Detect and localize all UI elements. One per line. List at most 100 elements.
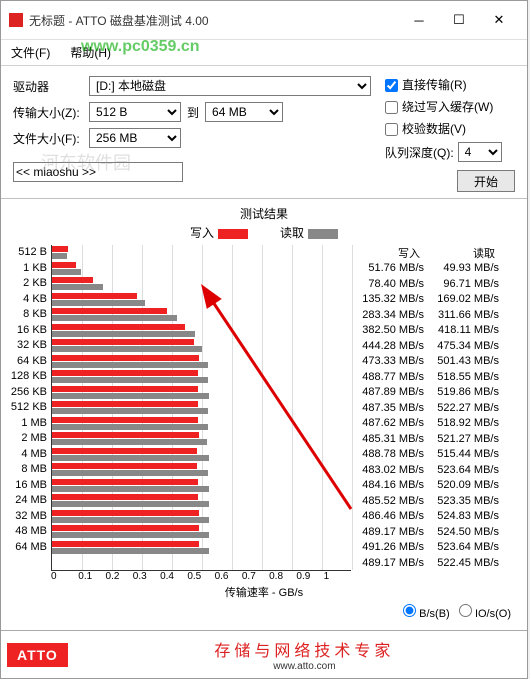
write-header: 写入 [351, 245, 426, 261]
x-tick: 0.9 [296, 571, 323, 582]
legend: 写入 读取 [9, 224, 519, 241]
footer-tagline: 存储与网络技术专家 [88, 637, 521, 661]
bar-row [52, 431, 351, 447]
read-value: 524.50 MB/s [426, 525, 501, 541]
start-button[interactable]: 开始 [457, 170, 515, 192]
write-bar [52, 463, 197, 469]
chart-bars-area [51, 245, 351, 571]
write-bar [52, 277, 93, 283]
write-value: 382.50 MB/s [351, 323, 426, 339]
queue-depth-label: 队列深度(Q): [385, 144, 454, 161]
write-value: 487.89 MB/s [351, 385, 426, 401]
read-bar [52, 424, 208, 430]
y-label: 2 MB [9, 431, 47, 447]
result-row: 487.35 MB/s522.27 MB/s [351, 401, 501, 417]
description-input[interactable] [13, 162, 183, 182]
read-value: 519.86 MB/s [426, 385, 501, 401]
unit-radio-group: B/s(B) IO/s(O) [9, 600, 519, 624]
read-bar [52, 548, 209, 554]
read-bar [52, 300, 145, 306]
result-row: 78.40 MB/s96.71 MB/s [351, 277, 501, 293]
bar-row [52, 292, 351, 308]
read-value: 418.11 MB/s [426, 323, 501, 339]
write-value: 486.46 MB/s [351, 509, 426, 525]
verify-checkbox[interactable] [385, 123, 398, 136]
bar-row [52, 307, 351, 323]
file-size-label: 文件大小(F): [13, 130, 89, 147]
read-bar [52, 362, 208, 368]
read-value: 518.92 MB/s [426, 416, 501, 432]
x-axis: 00.10.20.30.40.50.60.70.80.91 [51, 571, 351, 582]
y-label: 128 KB [9, 369, 47, 385]
read-bar [52, 517, 209, 523]
write-value: 489.17 MB/s [351, 525, 426, 541]
result-row: 484.16 MB/s520.09 MB/s [351, 478, 501, 494]
legend-write-label: 写入 [190, 226, 214, 240]
x-tick: 0 [51, 571, 78, 582]
write-bar [52, 417, 198, 423]
app-icon [9, 13, 23, 27]
read-bar [52, 346, 202, 352]
read-value: 522.45 MB/s [426, 556, 501, 572]
result-row: 382.50 MB/s418.11 MB/s [351, 323, 501, 339]
result-row: 489.17 MB/s524.50 MB/s [351, 525, 501, 541]
close-button[interactable]: ✕ [479, 7, 519, 33]
read-value: 475.34 MB/s [426, 339, 501, 355]
result-row: 135.32 MB/s169.02 MB/s [351, 292, 501, 308]
write-bar [52, 386, 198, 392]
unit-bs-radio[interactable]: B/s(B) [403, 608, 450, 620]
write-bar [52, 324, 185, 330]
read-value: 518.55 MB/s [426, 370, 501, 386]
write-bar [52, 262, 76, 268]
write-bar [52, 293, 137, 299]
write-value: 487.35 MB/s [351, 401, 426, 417]
bar-row [52, 400, 351, 416]
x-tick: 0.6 [215, 571, 242, 582]
size-to-select[interactable]: 64 MB [205, 102, 283, 122]
y-label: 1 KB [9, 261, 47, 277]
queue-depth-select[interactable]: 4 [458, 142, 502, 162]
result-row: 444.28 MB/s475.34 MB/s [351, 339, 501, 355]
y-label: 512 B [9, 245, 47, 261]
write-value: 488.78 MB/s [351, 447, 426, 463]
read-value: 96.71 MB/s [426, 277, 501, 293]
y-label: 64 KB [9, 354, 47, 370]
bar-row [52, 540, 351, 556]
write-value: 491.26 MB/s [351, 540, 426, 556]
x-tick: 0.7 [242, 571, 269, 582]
y-label: 512 KB [9, 400, 47, 416]
verify-label: 校验数据(V) [402, 122, 466, 136]
x-tick: 0.3 [133, 571, 160, 582]
y-label: 64 MB [9, 540, 47, 556]
result-row: 51.76 MB/s49.93 MB/s [351, 261, 501, 277]
y-axis-labels: 512 B1 KB2 KB4 KB8 KB16 KB32 KB64 KB128 … [9, 245, 51, 571]
drive-label: 驱动器 [13, 78, 89, 95]
file-size-select[interactable]: 256 MB [89, 128, 181, 148]
bar-row [52, 261, 351, 277]
app-window: 无标题 - ATTO 磁盘基准测试 4.00 ─ ☐ ✕ 文件(F) 帮助(H)… [0, 0, 528, 679]
drive-select[interactable]: [D:] 本地磁盘 [89, 76, 371, 96]
footer-url: www.atto.com [88, 661, 521, 672]
result-row: 489.17 MB/s522.45 MB/s [351, 556, 501, 572]
write-bar [52, 308, 167, 314]
write-value: 483.02 MB/s [351, 463, 426, 479]
transfer-size-label: 传输大小(Z): [13, 104, 89, 121]
write-value: 488.77 MB/s [351, 370, 426, 386]
minimize-button[interactable]: ─ [399, 7, 439, 33]
write-value: 78.40 MB/s [351, 277, 426, 293]
read-bar [52, 284, 103, 290]
y-label: 24 MB [9, 493, 47, 509]
read-value: 520.09 MB/s [426, 478, 501, 494]
window-title: 无标题 - ATTO 磁盘基准测试 4.00 [29, 12, 399, 29]
size-from-select[interactable]: 512 B [89, 102, 181, 122]
bypass-cache-checkbox[interactable] [385, 101, 398, 114]
maximize-button[interactable]: ☐ [439, 7, 479, 33]
write-bar [52, 432, 199, 438]
read-value: 523.35 MB/s [426, 494, 501, 510]
read-bar [52, 455, 209, 461]
menu-help[interactable]: 帮助(H) [66, 42, 115, 63]
direct-io-checkbox[interactable] [385, 79, 398, 92]
read-header: 读取 [426, 245, 501, 261]
menu-file[interactable]: 文件(F) [7, 42, 54, 63]
unit-ios-radio[interactable]: IO/s(O) [459, 608, 511, 620]
